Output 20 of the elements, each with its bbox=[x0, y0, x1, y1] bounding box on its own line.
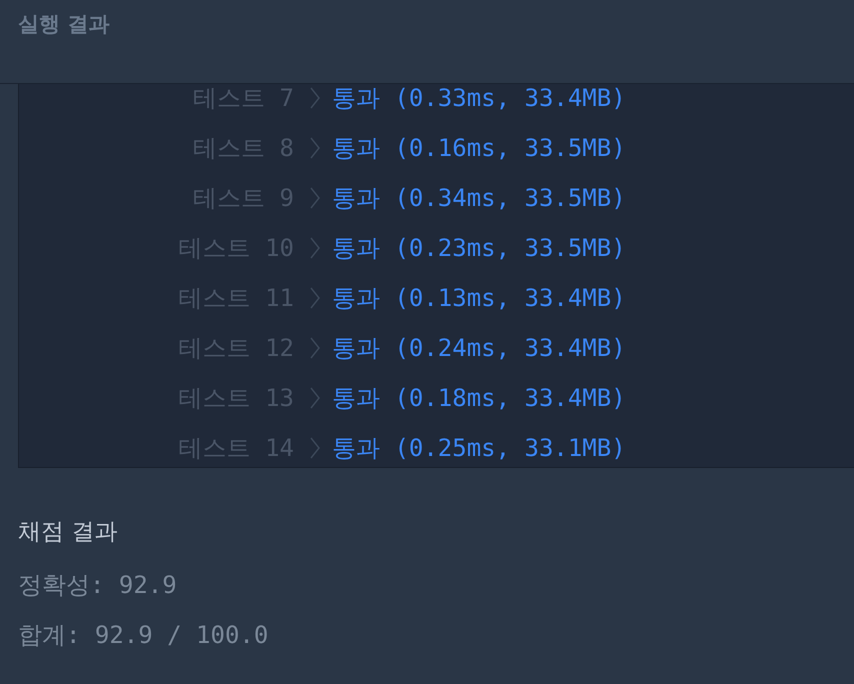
test-result: 통과 (0.18ms, 33.4MB) bbox=[332, 383, 626, 414]
chevron-right-icon bbox=[310, 187, 320, 209]
test-result: 통과 (0.23ms, 33.5MB) bbox=[332, 233, 626, 264]
chevron-right-icon bbox=[310, 337, 320, 359]
test-result: 통과 (0.16ms, 33.5MB) bbox=[332, 133, 626, 164]
test-result: 통과 (0.24ms, 33.4MB) bbox=[332, 333, 626, 364]
chevron-right-icon bbox=[310, 87, 320, 109]
test-result: 통과 (0.13ms, 33.4MB) bbox=[332, 283, 626, 314]
chevron-right-icon bbox=[310, 287, 320, 309]
test-result: 통과 (0.33ms, 33.4MB) bbox=[332, 84, 626, 114]
chevron-right-icon bbox=[310, 387, 320, 409]
test-result: 통과 (0.34ms, 33.5MB) bbox=[332, 183, 626, 214]
chevron-right-icon bbox=[310, 137, 320, 159]
chevron-right-icon bbox=[310, 237, 320, 259]
section-title: 실행 결과 bbox=[18, 12, 110, 36]
test-result: 통과 (0.25ms, 33.1MB) bbox=[332, 433, 626, 464]
chevron-right-icon bbox=[310, 437, 320, 459]
score-text: 정확성: 92.9 bbox=[18, 571, 177, 599]
section-title: 채점 결과 bbox=[18, 518, 118, 547]
score-text: 합계: 92.9 / 100.0 bbox=[18, 621, 268, 649]
